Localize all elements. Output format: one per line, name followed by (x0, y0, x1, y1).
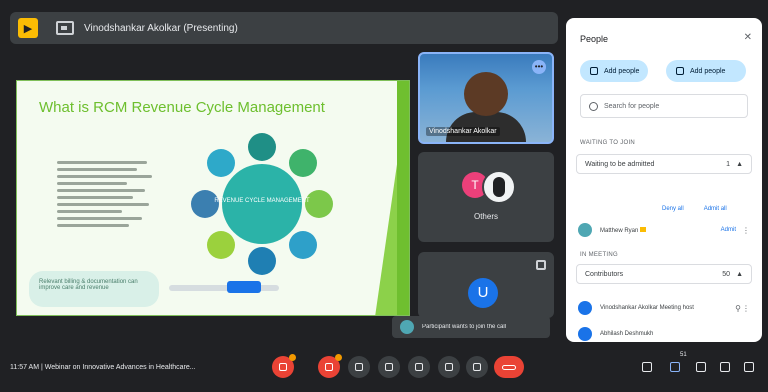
meeting-controls-bar: 11:57 AM | Webinar on Innovative Advance… (0, 348, 768, 392)
contributors-dropdown[interactable]: Contributors 50 ▲ (576, 264, 752, 284)
deny-all-button[interactable]: Deny all (662, 206, 684, 212)
participant-name: Vinodshankar Akolkar (426, 127, 500, 136)
captions-icon (355, 363, 363, 371)
participant-tile-video[interactable]: ••• Vinodshankar Akolkar (418, 52, 554, 144)
chevron-up-icon: ▲ (736, 160, 743, 168)
cycle-center-label: REVENUE CYCLE MANAGEMENT (214, 198, 310, 204)
phone-hangup-icon (502, 364, 516, 370)
participant-tile-others[interactable]: T Others (418, 152, 554, 242)
presentation-header: ▶ Vinodshankar Akolkar (Presenting) (10, 12, 558, 44)
add-people-button-secondary[interactable]: Add people (666, 60, 746, 82)
avatar (578, 223, 592, 237)
others-label: Others (473, 212, 498, 221)
avatar (400, 320, 414, 334)
avatar (482, 170, 516, 204)
captions-button[interactable] (348, 356, 370, 378)
presenter-label: Vinodshankar Akolkar (Presenting) (84, 22, 238, 34)
warning-icon (289, 354, 296, 361)
present-icon (415, 363, 423, 371)
search-input[interactable]: Search for people (580, 94, 748, 118)
admit-all-button[interactable]: Admit all (704, 206, 727, 212)
emoji-icon (385, 363, 393, 371)
toast-text: Participant wants to join the call (422, 324, 507, 330)
speaking-indicator-icon: ••• (532, 60, 546, 74)
close-icon[interactable]: ✕ (744, 32, 752, 43)
admit-button[interactable]: Admit (721, 227, 736, 233)
slide-title: What is RCM Revenue Cycle Management (39, 99, 325, 116)
pin-icon[interactable]: ⚲ (734, 304, 742, 313)
waiting-person-row: Matthew Ryan Admit ⋮ (578, 218, 750, 242)
shared-slide: What is RCM Revenue Cycle Management REV… (16, 80, 410, 316)
badge-icon (640, 226, 647, 232)
info-icon (642, 362, 652, 372)
admit-actions: Deny all Admit all (662, 206, 727, 212)
people-icon (670, 362, 680, 372)
slide-caption-bar (169, 285, 279, 291)
add-person-icon (590, 67, 598, 75)
camera-toggle-button[interactable] (318, 354, 342, 378)
more-options-icon (473, 363, 481, 371)
lock-button[interactable] (744, 362, 756, 374)
presentation-icon (56, 21, 74, 35)
mic-off-icon (279, 363, 287, 371)
chat-button[interactable] (696, 362, 708, 374)
participant-row: Abhilash Deshmukh (578, 322, 750, 342)
search-icon (589, 101, 598, 111)
camera-off-icon (325, 363, 333, 371)
people-panel: People ✕ Add people Add people Search fo… (566, 18, 762, 342)
revenue-cycle-diagram: REVENUE CYCLE MANAGEMENT (191, 133, 333, 275)
activities-button[interactable] (720, 362, 732, 374)
present-button[interactable] (408, 356, 430, 378)
panel-title: People (580, 34, 609, 44)
warning-icon (335, 354, 342, 361)
join-request-toast[interactable]: Participant wants to join the call (392, 316, 550, 338)
people-button[interactable] (670, 362, 682, 374)
add-person-icon (676, 67, 684, 75)
mic-toggle-button[interactable] (272, 354, 296, 378)
hand-icon (445, 363, 453, 371)
participant-row: Vinodshankar Akolkar Meeting host ⚲ ⋮ (578, 296, 750, 320)
lock-icon (744, 362, 754, 372)
leave-call-button[interactable] (494, 356, 524, 378)
avatar (578, 301, 592, 315)
more-options-icon[interactable]: ⋮ (742, 304, 750, 313)
avatar: U (468, 278, 498, 308)
avatar (578, 327, 592, 341)
activities-icon (720, 362, 730, 372)
more-options-button[interactable] (466, 356, 488, 378)
add-people-button[interactable]: Add people (580, 60, 648, 82)
video-person-head (464, 72, 508, 116)
waiting-section-label: WAITING TO JOIN (580, 140, 636, 146)
pin-icon[interactable] (536, 260, 546, 270)
chevron-up-icon: ▲ (736, 270, 743, 278)
meet-logo-icon: ▶ (18, 18, 38, 38)
meeting-info: 11:57 AM | Webinar on Innovative Advance… (10, 364, 196, 371)
waiting-dropdown[interactable]: Waiting to be admitted 1 ▲ (576, 154, 752, 174)
slide-highlight (227, 281, 261, 293)
participant-tile-user[interactable]: U (418, 252, 554, 318)
in-meeting-section-label: IN MEETING (580, 252, 619, 258)
more-options-icon[interactable]: ⋮ (742, 226, 750, 235)
slide-callout: Relevant billing & documentation can imp… (29, 271, 159, 307)
raise-hand-button[interactable] (438, 356, 460, 378)
slide-bullet-list (57, 157, 157, 231)
info-button[interactable] (642, 362, 654, 374)
people-count: 51 (680, 352, 687, 358)
chat-icon (696, 362, 706, 372)
emoji-button[interactable] (378, 356, 400, 378)
slide-accent-bar (397, 81, 409, 315)
